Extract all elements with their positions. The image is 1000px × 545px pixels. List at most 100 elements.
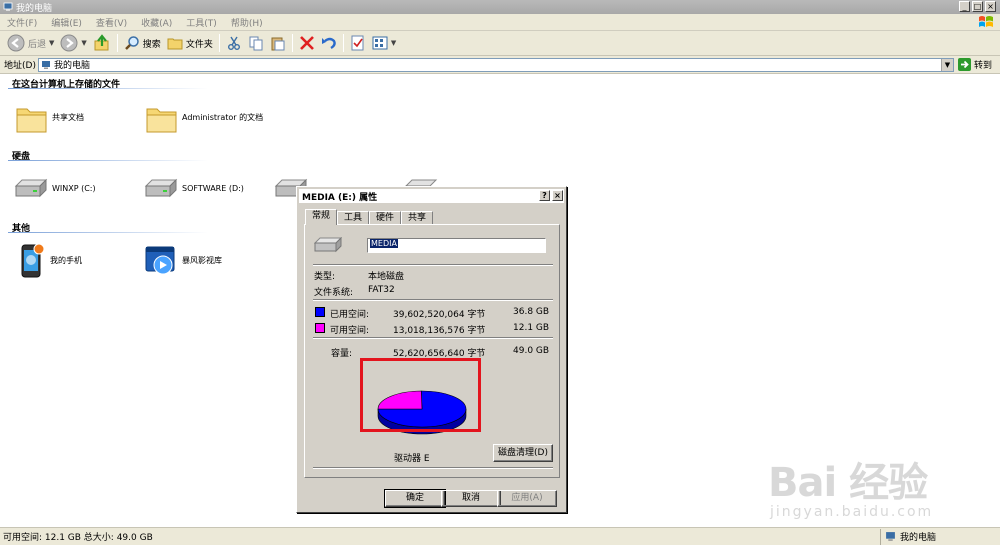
properties-icon	[351, 35, 364, 51]
go-label: 转到	[974, 61, 993, 71]
dialog-tabs: 常规 工具 硬件 共享	[305, 209, 434, 225]
dialog-title: MEDIA (E:) 属性	[302, 192, 378, 203]
forward-dropdown-icon[interactable]: ▼	[81, 39, 86, 47]
tab-hardware[interactable]: 硬件	[369, 211, 402, 225]
delete-icon	[299, 36, 314, 50]
copy-button[interactable]	[245, 32, 267, 54]
dialog-close-button[interactable]: ×	[552, 190, 563, 201]
address-value: 我的电脑	[54, 61, 91, 71]
delete-button[interactable]	[296, 32, 318, 54]
dialog-divider	[313, 337, 553, 339]
window-title: 我的电脑	[16, 3, 53, 14]
folder-icon	[146, 108, 177, 133]
my-phone-label: 我的手机	[50, 256, 82, 265]
address-dropdown-icon[interactable]: ▼	[941, 58, 953, 71]
menu-help[interactable]: 帮助(H)	[224, 16, 270, 29]
views-button[interactable]: ▼	[369, 32, 399, 54]
address-input[interactable]: 我的电脑 ▼	[38, 57, 954, 72]
folder-icon	[16, 108, 47, 133]
toolbar-separator	[116, 34, 118, 52]
toolbar-separator	[342, 34, 344, 52]
menu-file[interactable]: 文件(F)	[0, 16, 44, 29]
cancel-button[interactable]: 取消	[441, 490, 501, 507]
search-label: 搜索	[142, 39, 161, 50]
cut-button[interactable]	[223, 32, 245, 54]
used-space-bytes: 39,602,520,064 字节	[393, 310, 486, 320]
phone-icon	[21, 243, 45, 278]
back-dropdown-icon[interactable]: ▼	[49, 39, 54, 47]
used-space-label: 已用空间:	[330, 310, 370, 320]
tab-general[interactable]: 常规	[305, 209, 338, 225]
close-button[interactable]: ×	[985, 1, 996, 12]
up-folder-button[interactable]	[90, 32, 114, 54]
drive-properties-dialog[interactable]: MEDIA (E:) 属性 ? × 常规 工具 硬件 共享 MEDIA 类型: …	[296, 186, 567, 513]
properties-button[interactable]	[347, 32, 369, 54]
back-button[interactable]: 后退 ▼	[4, 32, 57, 54]
free-space-swatch	[315, 323, 325, 333]
menu-bar: 文件(F) 编辑(E) 查看(V) 收藏(A) 工具(T) 帮助(H)	[0, 14, 1000, 31]
drive-label: WINXP (C:)	[52, 184, 96, 193]
minimize-button[interactable]: _	[959, 1, 970, 12]
toolbar-separator	[218, 34, 220, 52]
drive-label: SOFTWARE (D:)	[182, 184, 244, 193]
search-icon	[124, 36, 139, 50]
watermark-brand: Bai 经验	[768, 460, 928, 506]
status-bar: 可用空间: 12.1 GB 总大小: 49.0 GB 我的电脑	[0, 527, 1000, 545]
drive-icon	[144, 178, 178, 198]
search-button[interactable]: 搜索	[121, 32, 164, 54]
dialog-help-button[interactable]: ?	[539, 190, 550, 201]
folders-button[interactable]: 文件夹	[164, 32, 216, 54]
ok-button[interactable]: 确定	[384, 489, 446, 508]
paste-icon	[271, 37, 285, 51]
tab-tools[interactable]: 工具	[337, 211, 370, 225]
group-divider	[8, 232, 208, 233]
toolbar-separator	[291, 34, 293, 52]
views-dropdown-icon[interactable]: ▼	[391, 39, 396, 47]
disk-cleanup-button[interactable]: 磁盘清理(D)	[493, 444, 553, 462]
menu-view[interactable]: 查看(V)	[89, 16, 134, 29]
used-space-swatch	[315, 307, 325, 317]
paste-button[interactable]	[267, 32, 289, 54]
drive-c[interactable]: WINXP (C:)	[14, 178, 96, 200]
free-space-gb: 12.1 GB	[513, 323, 550, 333]
drive-icon	[314, 237, 342, 253]
volume-name-input[interactable]: MEDIA	[367, 238, 546, 253]
filesystem-value: FAT32	[368, 285, 395, 295]
status-free-space: 可用空间: 12.1 GB 总大小: 49.0 GB	[3, 533, 153, 543]
tab-sharing[interactable]: 共享	[401, 211, 434, 225]
forward-arrow-icon	[60, 34, 78, 52]
status-location: 我的电脑	[880, 528, 936, 545]
menu-tools[interactable]: 工具(T)	[179, 16, 224, 29]
menu-edit[interactable]: 编辑(E)	[44, 16, 89, 29]
baidu-jingyan-watermark: Bai 经验 jingyan.baidu.com	[768, 450, 993, 525]
menu-favorites[interactable]: 收藏(A)	[134, 16, 179, 29]
computer-icon	[42, 60, 50, 69]
my-phone[interactable]: 我的手机	[18, 242, 82, 280]
views-icon	[372, 36, 388, 50]
filesystem-label: 文件系统:	[314, 288, 354, 298]
computer-icon	[886, 532, 895, 541]
drive-d[interactable]: SOFTWARE (D:)	[144, 178, 244, 200]
go-button[interactable]: 转到	[958, 58, 992, 71]
free-space-bytes: 13,018,136,576 字节	[393, 326, 486, 336]
folder-shared-docs[interactable]: 共享文档	[15, 102, 84, 134]
forward-button[interactable]: ▼	[57, 32, 89, 54]
apply-button[interactable]: 应用(A)	[497, 490, 557, 507]
computer-icon	[3, 2, 13, 11]
baofeng-media-library[interactable]: 暴风影视库	[144, 244, 222, 278]
maximize-button[interactable]: □	[972, 1, 983, 12]
folder-admin-docs[interactable]: Administrator 的文档	[145, 102, 264, 134]
folder-label: 共享文档	[52, 113, 84, 122]
toolbar: 后退 ▼ ▼ 搜索 文件夹 ▼	[0, 31, 1000, 56]
media-library-label: 暴风影视库	[182, 256, 222, 265]
copy-icon	[249, 36, 263, 51]
capacity-label: 容量:	[331, 349, 353, 359]
dialog-title-bar[interactable]: MEDIA (E:) 属性 ? ×	[299, 189, 564, 203]
used-space-gb: 36.8 GB	[513, 307, 550, 317]
folders-icon	[167, 38, 183, 50]
scissors-icon	[227, 36, 240, 50]
window-title-bar[interactable]: 我的电脑 _ □ ×	[0, 0, 1000, 14]
dialog-divider	[313, 467, 553, 469]
group-divider	[8, 88, 208, 89]
undo-button[interactable]	[318, 32, 340, 54]
